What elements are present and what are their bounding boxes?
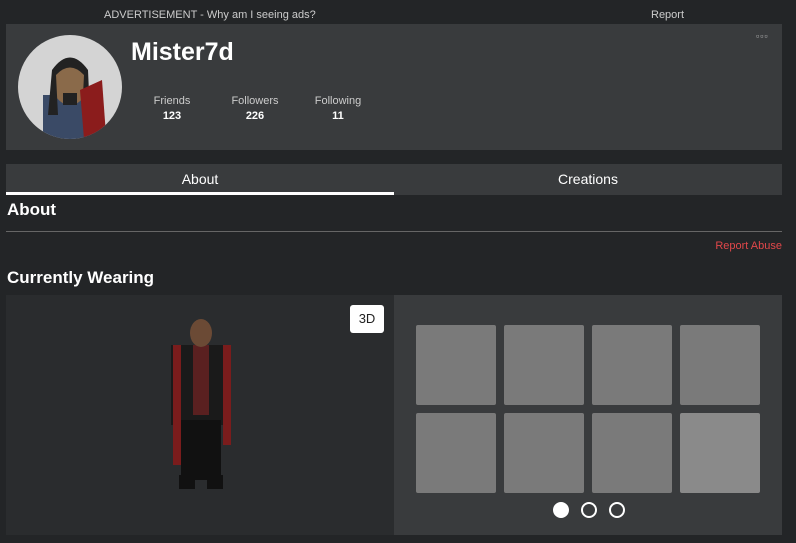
about-heading: About [7, 200, 57, 219]
following-stat[interactable]: Following 11 [303, 95, 373, 122]
friends-stat[interactable]: Friends 123 [137, 95, 207, 122]
tab-creations[interactable]: Creations [394, 164, 782, 195]
divider [6, 231, 782, 232]
stat-label: Followers [231, 95, 279, 107]
item-tile-shirt[interactable] [680, 413, 760, 493]
page-dot[interactable] [609, 502, 625, 518]
more-options-icon[interactable]: ▫▫▫ [756, 31, 769, 41]
stat-value: 123 [162, 110, 182, 122]
ad-label[interactable]: ADVERTISEMENT - Why am I seeing ads? [104, 9, 316, 21]
ad-report-link[interactable]: Report [651, 9, 684, 21]
stat-label: Following [314, 95, 362, 107]
item-tile[interactable] [504, 325, 584, 405]
item-tile[interactable] [680, 325, 760, 405]
avatar [18, 35, 122, 139]
stat-value: 11 [332, 110, 344, 122]
item-tile[interactable] [592, 325, 672, 405]
page-dot[interactable] [581, 502, 597, 518]
profile-header [6, 24, 782, 150]
username: Mister7d [131, 38, 234, 66]
page-dot-active[interactable] [553, 502, 569, 518]
followers-stat[interactable]: Followers 226 [220, 95, 290, 122]
report-abuse-link[interactable]: Report Abuse [715, 240, 782, 252]
stat-label: Friends [153, 95, 191, 107]
stat-value: 226 [245, 110, 265, 122]
toggle-3d-button[interactable]: 3D [350, 305, 384, 333]
item-tile[interactable] [592, 413, 672, 493]
item-tile[interactable] [416, 325, 496, 405]
tab-about[interactable]: About [6, 164, 394, 195]
item-tile[interactable] [416, 413, 496, 493]
item-tile[interactable] [504, 413, 584, 493]
currently-wearing-heading: Currently Wearing [7, 268, 155, 287]
avatar-3d-view[interactable] [6, 295, 394, 535]
